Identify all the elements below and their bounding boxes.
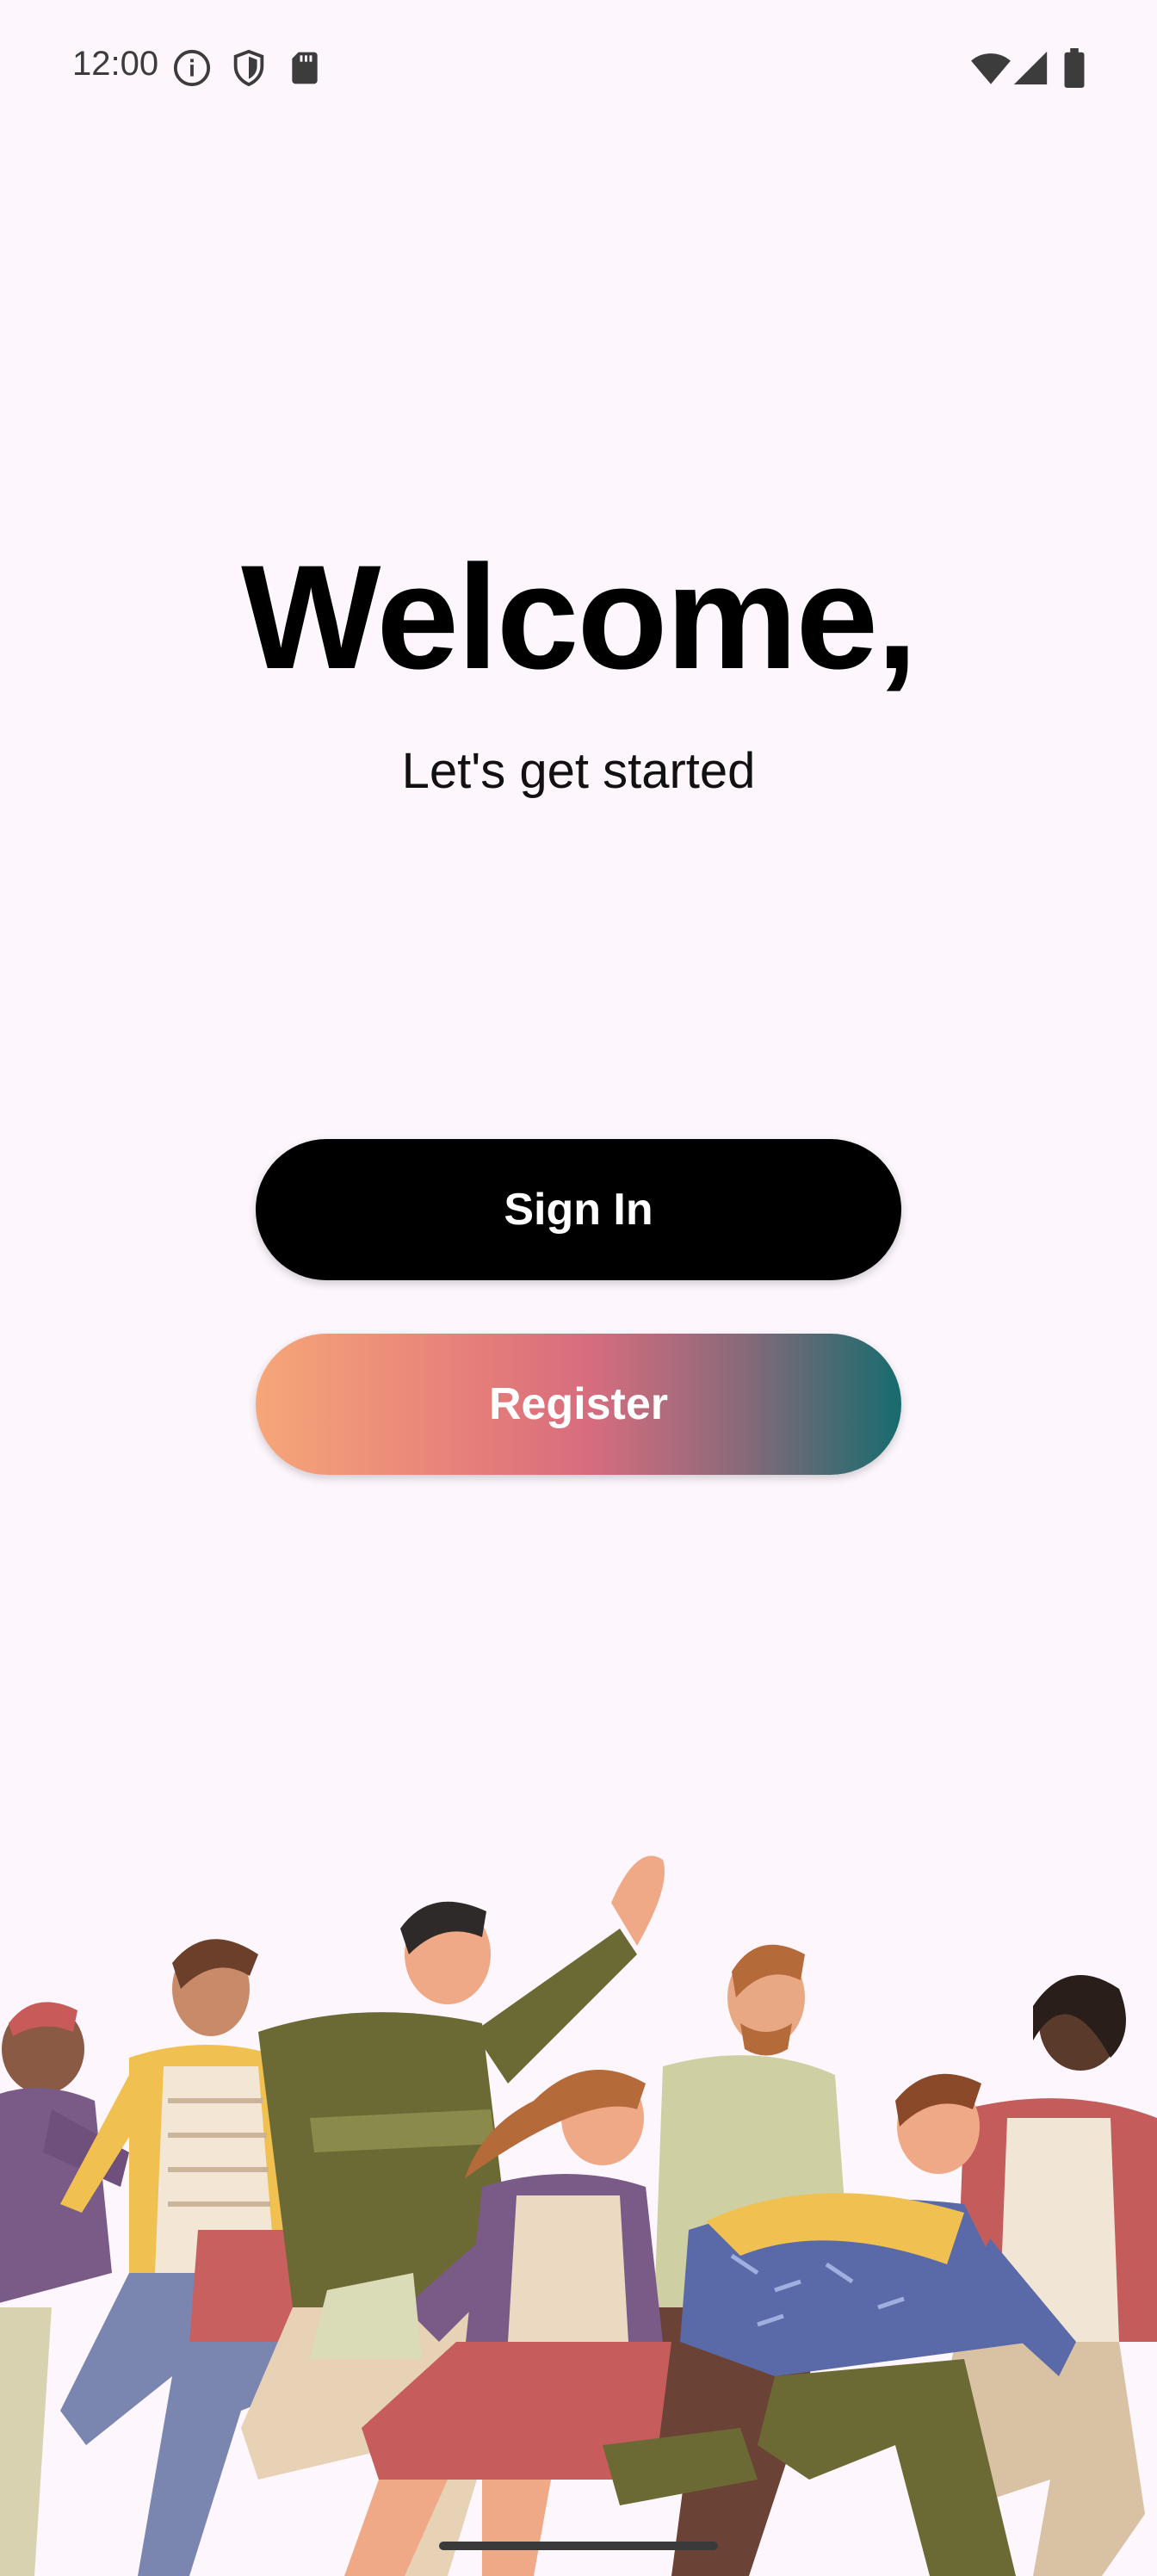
welcome-title: Welcome, (241, 535, 918, 700)
info-icon (173, 49, 211, 87)
wifi-icon (971, 53, 1011, 84)
status-bar: 12:00 (0, 0, 1157, 138)
register-button[interactable]: Register (256, 1334, 901, 1475)
status-time: 12:00 (72, 45, 159, 83)
battery-icon (1064, 48, 1085, 88)
sign-in-button[interactable]: Sign In (256, 1139, 901, 1280)
sd-card-icon (292, 52, 318, 84)
welcome-subtitle: Let's get started (401, 743, 756, 799)
shield-icon (233, 49, 264, 87)
person-far-left (0, 2002, 129, 2576)
home-indicator[interactable] (439, 2542, 718, 2550)
crowd-illustration (0, 1855, 1157, 2576)
cell-signal-icon (1013, 51, 1048, 85)
